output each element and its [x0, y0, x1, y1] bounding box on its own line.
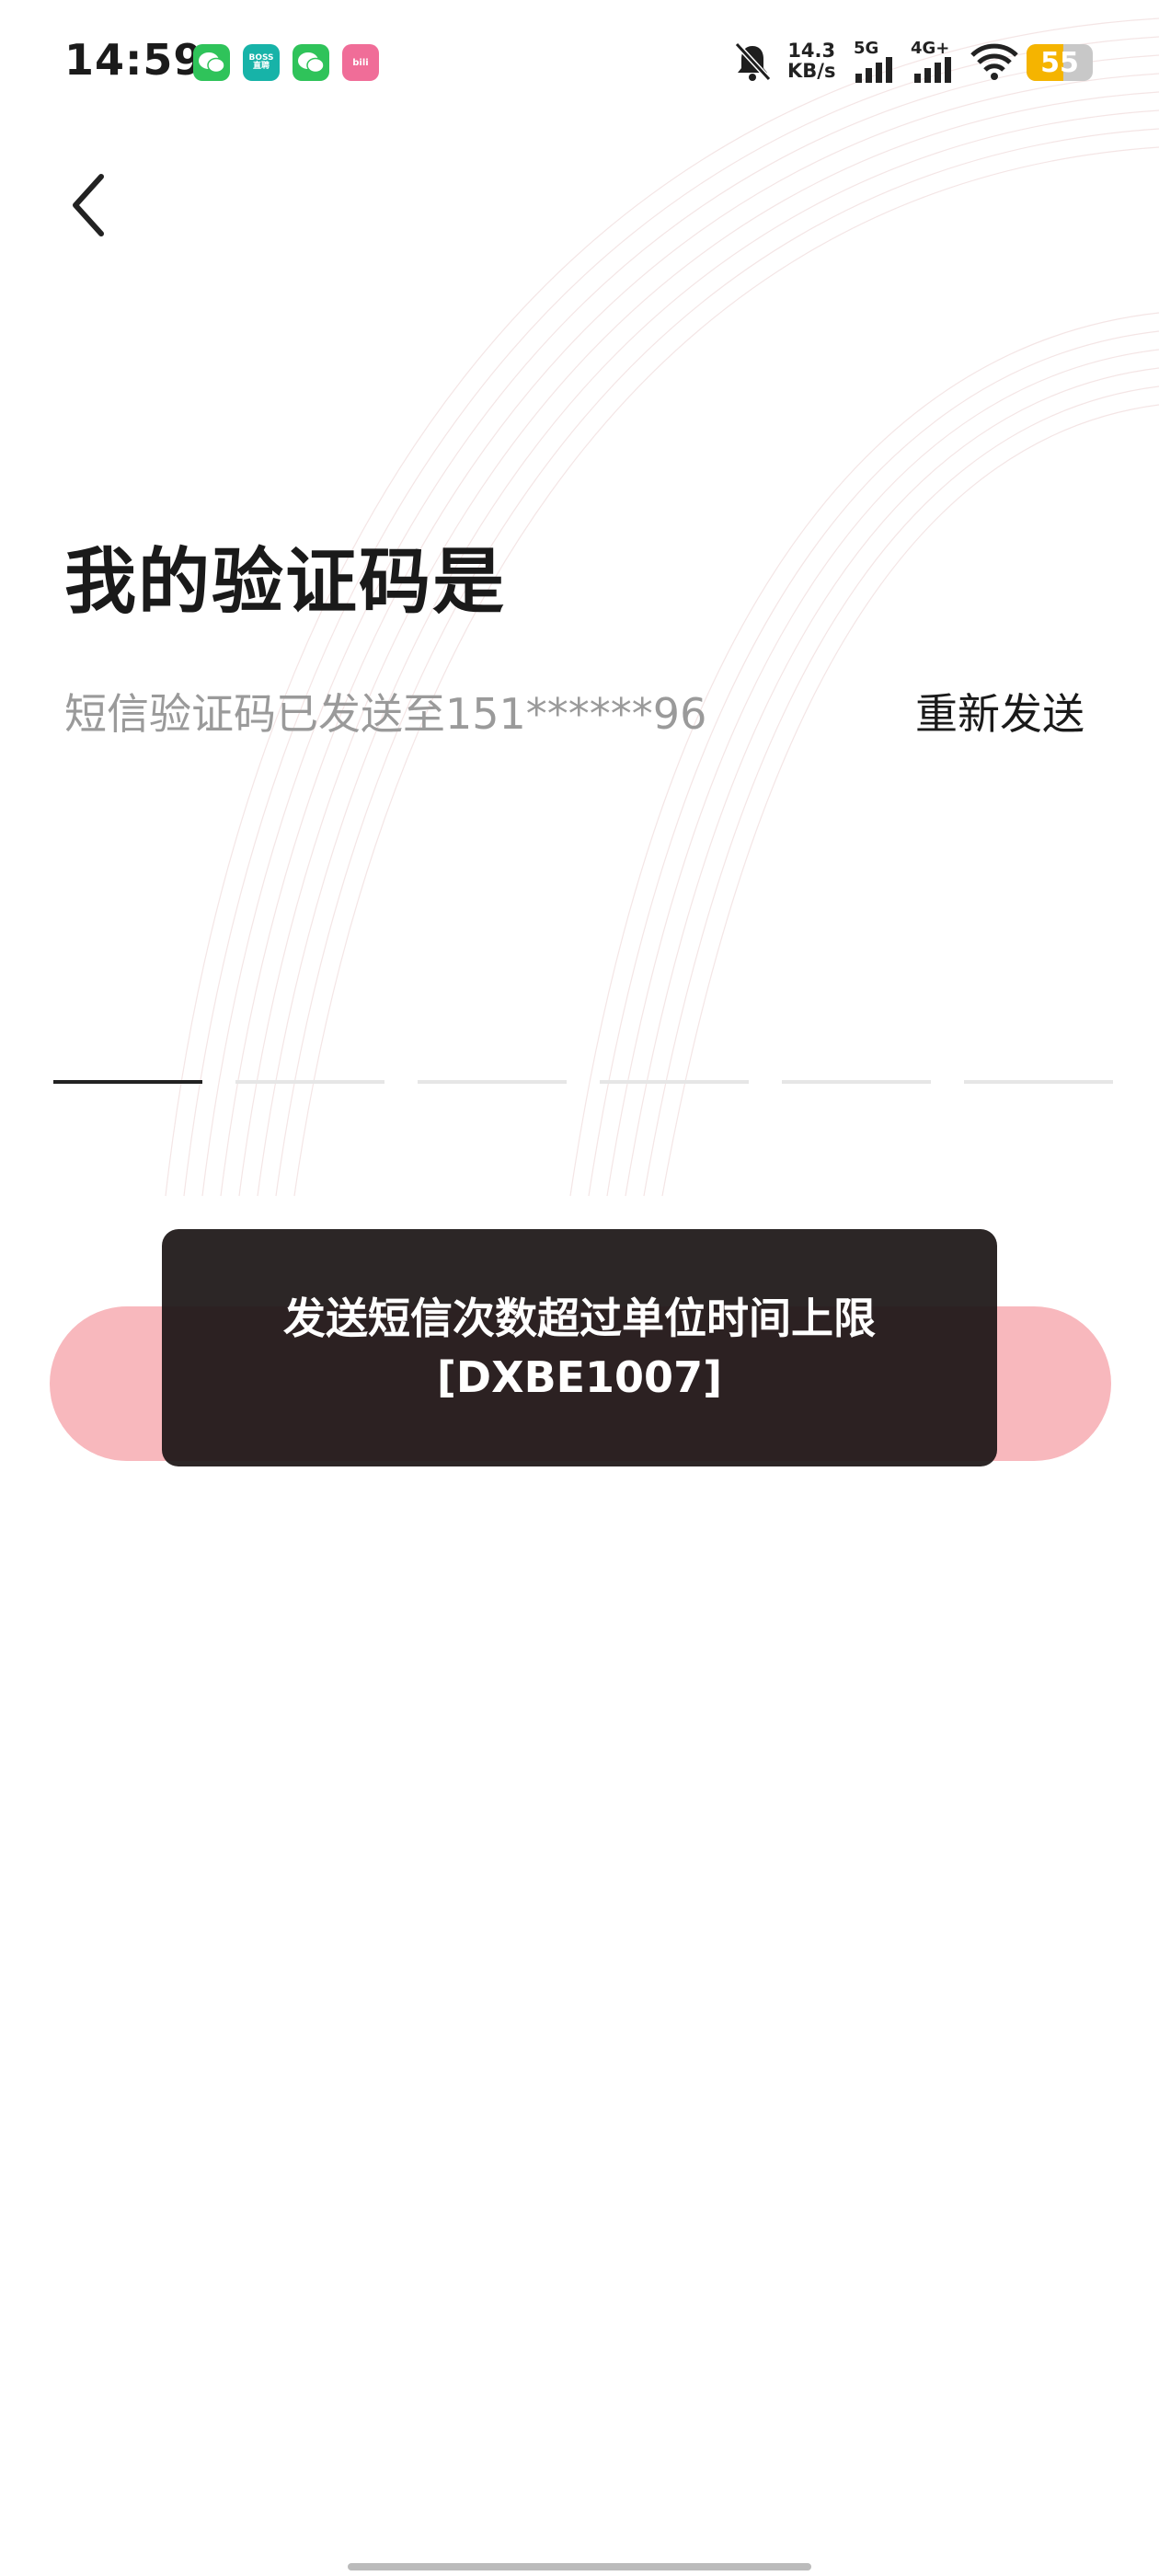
bili-icon-text: bili [352, 57, 369, 68]
bilibili-icon: bili [342, 44, 379, 81]
signal-4g-icon: 4G+ [911, 39, 962, 83]
home-indicator[interactable] [348, 2563, 811, 2570]
code-input-slot-2[interactable] [235, 1080, 384, 1084]
page-title: 我的验证码是 [64, 541, 507, 624]
wechat-icon [293, 44, 329, 81]
chevron-left-icon [73, 174, 104, 236]
signal-5g-icon: 5G [854, 39, 901, 83]
net-speed-value: 14.3 [787, 40, 836, 62]
boss-icon-text: BOSS 直聘 [248, 53, 274, 71]
net-speed-unit: KB/s [787, 60, 836, 82]
code-input-slot-4[interactable] [600, 1080, 749, 1084]
network-5g-label: 5G [854, 39, 879, 58]
battery-level: 55 [1040, 46, 1079, 79]
mute-bell-icon [734, 41, 772, 82]
error-toast: 发送短信次数超过单位时间上限 [DXBE1007] [162, 1229, 997, 1466]
network-speed: 14.3 KB/s [787, 40, 835, 81]
resend-button[interactable]: 重新发送 [915, 681, 1084, 742]
network-4g-label: 4G+ [911, 39, 950, 58]
wifi-icon [970, 43, 1018, 80]
boss-zhipin-icon: BOSS 直聘 [243, 44, 280, 81]
code-input-slot-6[interactable] [964, 1080, 1113, 1084]
code-input-slot-1[interactable] [53, 1080, 202, 1084]
sms-sent-info: 短信验证码已发送至151******96 [64, 689, 707, 739]
status-time: 14:59 [64, 35, 204, 85]
battery-icon: 55 [1027, 44, 1093, 81]
back-button[interactable] [55, 164, 120, 247]
toast-error-code: [DXBE1007] [436, 1352, 723, 1402]
toast-message: 发送短信次数超过单位时间上限 [283, 1294, 876, 1343]
code-input-slot-3[interactable] [418, 1080, 567, 1084]
code-input-slot-5[interactable] [782, 1080, 931, 1084]
wechat-icon [193, 44, 230, 81]
